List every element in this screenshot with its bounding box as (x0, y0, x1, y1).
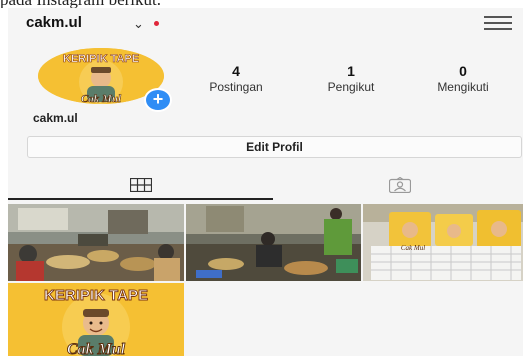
tagged-person-icon (389, 177, 411, 193)
hamburger-menu-icon[interactable] (484, 16, 512, 30)
instagram-profile-screen: cakm.ul ⌄ KERIPIK TAPE Cak Mul + cakm.ul… (8, 8, 523, 356)
workshop-photo (8, 204, 184, 281)
grid-icon (130, 178, 152, 192)
active-tab-indicator (8, 198, 273, 200)
avatar-brand-text: KERIPIK TAPE (63, 53, 139, 65)
stat-followers-label: Pengikut (327, 80, 375, 94)
post-thumbnail-2[interactable] (186, 204, 361, 281)
production-photo (186, 204, 361, 281)
chevron-down-icon[interactable]: ⌄ (133, 16, 144, 32)
stat-posts-count: 4 (232, 63, 240, 79)
logo-sub-text: Cak Mul (67, 341, 126, 356)
profile-header: cakm.ul ⌄ (8, 8, 523, 38)
caption-text: pada Instagram berikut. (0, 0, 523, 8)
packaged-products-photo: Cak Mul (363, 204, 523, 281)
stat-posts[interactable]: 4 Postingan (201, 63, 271, 94)
avatar-sub-text: Cak Mul (81, 93, 122, 104)
stat-following-count: 0 (459, 63, 467, 79)
logo-brand-text: KERIPIK TAPE (44, 287, 148, 304)
profile-tabs (8, 171, 523, 201)
post-thumbnail-1[interactable] (8, 204, 184, 281)
add-story-plus-icon[interactable]: + (144, 88, 172, 112)
stat-following[interactable]: 0 Mengikuti (415, 63, 511, 94)
stat-following-label: Mengikuti (437, 80, 489, 94)
post-thumbnail-3[interactable]: Cak Mul (363, 204, 523, 281)
edit-profile-button[interactable]: Edit Profil (27, 136, 522, 158)
profile-display-name: cakm.ul (33, 111, 78, 125)
account-username[interactable]: cakm.ul (26, 14, 82, 31)
tab-tagged[interactable] (273, 171, 523, 199)
notification-dot-icon (154, 21, 159, 26)
stat-followers[interactable]: 1 Pengikut (311, 63, 391, 94)
stat-posts-label: Postingan (209, 80, 263, 94)
stat-followers-count: 1 (347, 63, 355, 79)
post-thumbnail-4[interactable]: KERIPIK TAPE Cak Mul (8, 283, 184, 356)
keripik-tape-logo: KERIPIK TAPE Cak Mul (8, 283, 184, 356)
tab-grid[interactable] (8, 171, 273, 200)
package-label-text: Cak Mul (401, 244, 425, 252)
